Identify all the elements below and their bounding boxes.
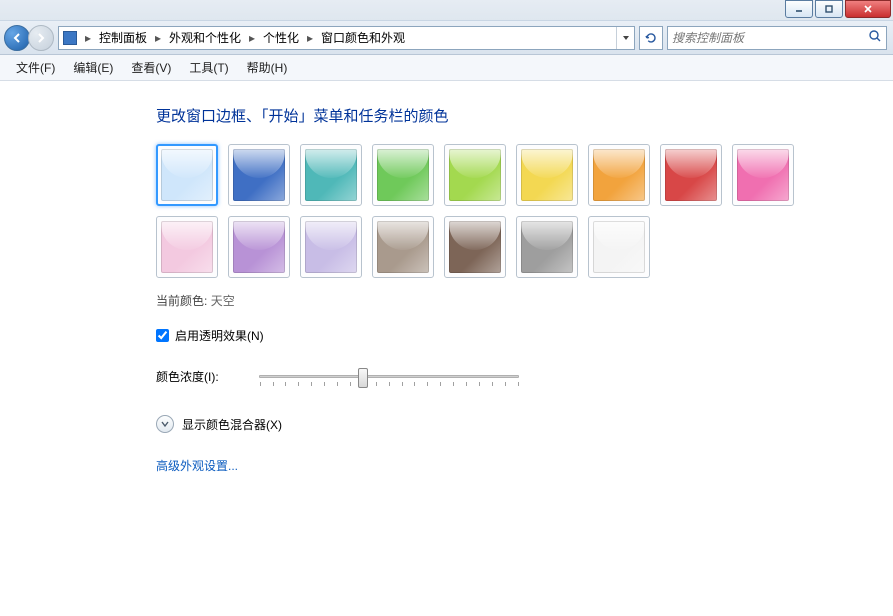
chevron-right-icon[interactable]: ▸ (245, 31, 259, 45)
color-swatch-lavender[interactable] (300, 216, 362, 278)
transparency-checkbox[interactable] (156, 329, 169, 342)
expand-mixer-button[interactable] (156, 415, 174, 433)
intensity-row: 颜色浓度(I): (156, 368, 893, 385)
color-swatch-grid (156, 144, 796, 278)
close-button[interactable] (845, 0, 891, 18)
color-swatch-violet[interactable] (228, 216, 290, 278)
search-box[interactable] (667, 26, 887, 50)
slider-thumb[interactable] (358, 368, 368, 388)
menu-view[interactable]: 查看(V) (123, 56, 179, 79)
intensity-slider[interactable] (259, 375, 519, 378)
window-titlebar (0, 0, 893, 20)
refresh-button[interactable] (639, 26, 663, 50)
color-swatch-slate[interactable] (516, 216, 578, 278)
menu-bar: 文件(F) 编辑(E) 查看(V) 工具(T) 帮助(H) (0, 55, 893, 81)
address-bar[interactable]: ▸ 控制面板 ▸ 外观和个性化 ▸ 个性化 ▸ 窗口颜色和外观 (58, 26, 635, 50)
color-swatch-pumpkin[interactable] (588, 144, 650, 206)
chevron-right-icon[interactable]: ▸ (81, 31, 95, 45)
advanced-appearance-link[interactable]: 高级外观设置... (156, 457, 893, 474)
navigation-bar: ▸ 控制面板 ▸ 外观和个性化 ▸ 个性化 ▸ 窗口颜色和外观 (0, 20, 893, 55)
chevron-right-icon[interactable]: ▸ (151, 31, 165, 45)
color-swatch-ruby[interactable] (660, 144, 722, 206)
menu-edit[interactable]: 编辑(E) (65, 56, 121, 79)
color-swatch-lime[interactable] (444, 144, 506, 206)
current-color-value: 天空 (211, 294, 235, 308)
current-color-label: 当前颜色: (156, 294, 207, 308)
content-area: 更改窗口边框、「开始」菜单和任务栏的颜色 当前颜色: 天空 启用透明效果(N) … (0, 81, 893, 474)
breadcrumb-item[interactable]: 外观和个性化 (165, 27, 245, 49)
maximize-button[interactable] (815, 0, 843, 18)
color-swatch-twilight[interactable] (228, 144, 290, 206)
intensity-label: 颜色浓度(I): (156, 368, 219, 385)
menu-file[interactable]: 文件(F) (8, 56, 63, 79)
color-swatch-sun[interactable] (516, 144, 578, 206)
address-dropdown[interactable] (616, 27, 634, 49)
color-swatch-sky[interactable] (156, 144, 218, 206)
chevron-right-icon[interactable]: ▸ (303, 31, 317, 45)
breadcrumb-item[interactable]: 控制面板 (95, 27, 151, 49)
current-color-row: 当前颜色: 天空 (156, 292, 893, 309)
menu-help[interactable]: 帮助(H) (239, 56, 296, 79)
transparency-row: 启用透明效果(N) (156, 327, 893, 344)
color-swatch-fuchsia[interactable] (732, 144, 794, 206)
transparency-label[interactable]: 启用透明效果(N) (175, 327, 264, 344)
color-mixer-label[interactable]: 显示颜色混合器(X) (182, 416, 282, 433)
back-button[interactable] (4, 25, 30, 51)
forward-button[interactable] (28, 25, 54, 51)
breadcrumb-item[interactable]: 窗口颜色和外观 (317, 27, 409, 49)
search-input[interactable] (672, 31, 868, 45)
color-swatch-frost[interactable] (588, 216, 650, 278)
color-swatch-blush[interactable] (156, 216, 218, 278)
color-swatch-taupe[interactable] (372, 216, 434, 278)
color-mixer-row: 显示颜色混合器(X) (156, 415, 893, 433)
menu-tools[interactable]: 工具(T) (181, 56, 236, 79)
page-heading: 更改窗口边框、「开始」菜单和任务栏的颜色 (156, 105, 893, 126)
color-swatch-leaf[interactable] (372, 144, 434, 206)
breadcrumb-item[interactable]: 个性化 (259, 27, 303, 49)
color-swatch-sea[interactable] (300, 144, 362, 206)
control-panel-icon (59, 27, 81, 49)
search-icon[interactable] (868, 29, 882, 46)
minimize-button[interactable] (785, 0, 813, 18)
color-swatch-chocolate[interactable] (444, 216, 506, 278)
